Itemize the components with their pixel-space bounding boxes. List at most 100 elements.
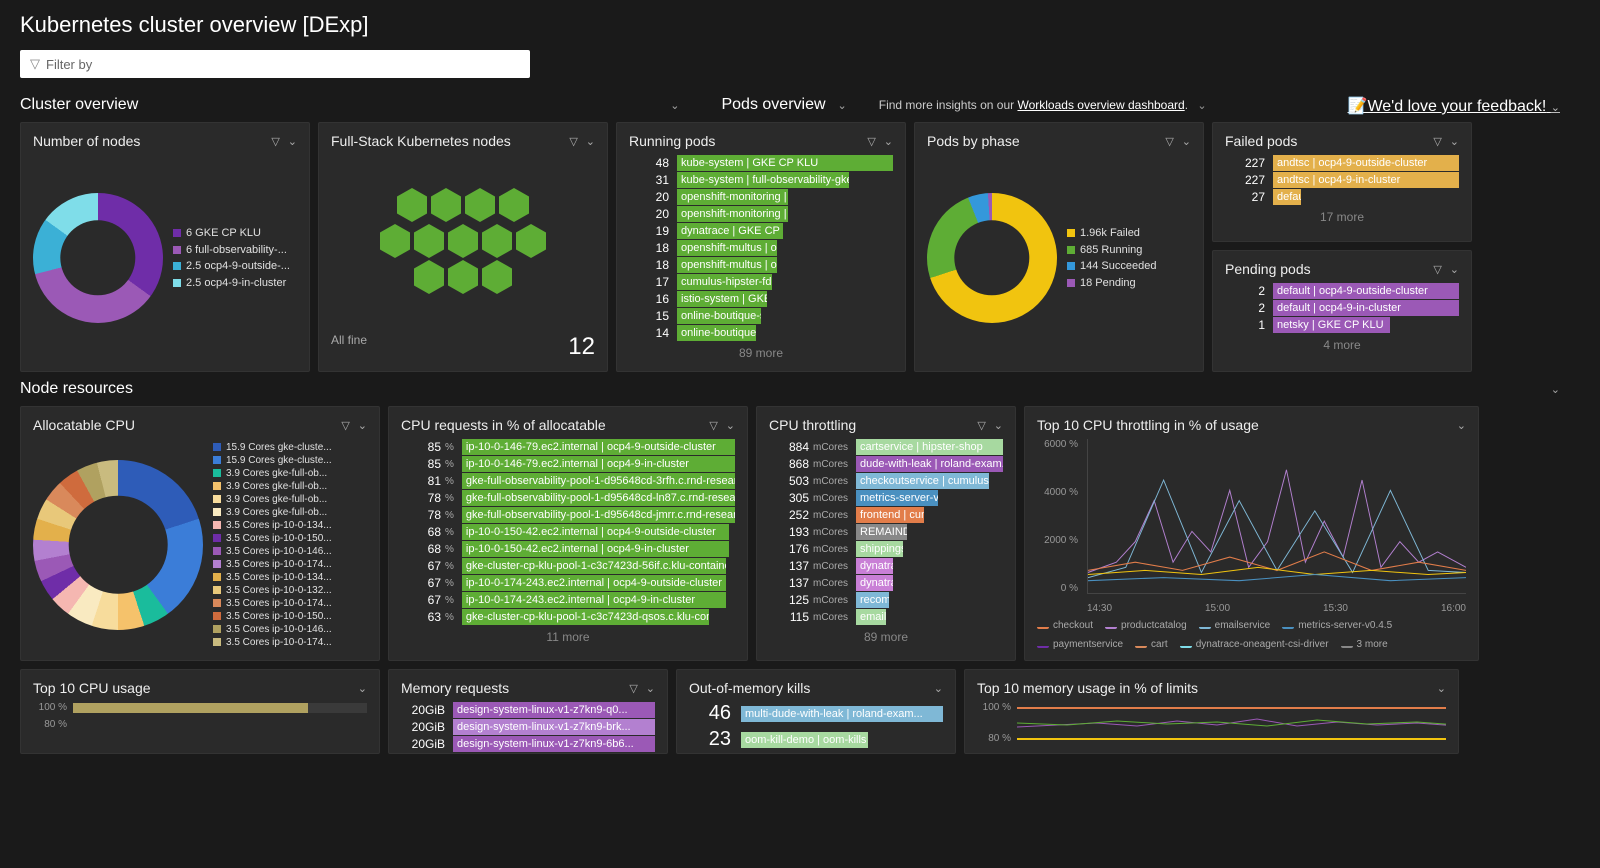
list-item[interactable]: 227andtsc | ocp4-9-in-cluster [1225, 172, 1459, 188]
list-item[interactable]: 15online-boutique-stable | full-observab… [629, 308, 893, 324]
panel-full-stack-nodes: Full-Stack Kubernetes nodes ▽⌄ All fine … [318, 122, 608, 372]
list-item[interactable]: 78%gke-full-observability-pool-1-d95648c… [401, 490, 735, 506]
legend-item: 3.5 Cores ip-10-0-146... [213, 545, 332, 558]
list-item[interactable]: 137mCoresdynatrace-oneagent-csi-drive... [769, 575, 1003, 591]
legend-item: dynatrace-oneagent-csi-driver [1180, 639, 1329, 650]
list-item[interactable]: 193mCoresREMAINDER | REMAINDER [769, 524, 1003, 540]
list-item[interactable]: 17cumulus-hipster-fdi | GKE CP KLU [629, 274, 893, 290]
chevron-down-icon[interactable]: ⌄ [726, 419, 735, 432]
list-item[interactable]: 503mCorescheckoutservice | cumulus-hip..… [769, 473, 1003, 489]
list-item[interactable]: 81%gke-full-observability-pool-1-d95648c… [401, 473, 735, 489]
panel-number-of-nodes: Number of nodes ▽⌄ 6 GKE CP KLU6 full-ob… [20, 122, 310, 372]
chevron-down-icon[interactable]: ⌄ [1457, 419, 1466, 432]
list-item[interactable]: 67%gke-cluster-cp-klu-pool-1-c3c7423d-56… [401, 558, 735, 574]
chevron-down-icon[interactable]: ⌄ [288, 135, 297, 148]
list-item[interactable]: 20GiBdesign-system-linux-v1-g7267-ppq... [401, 753, 655, 754]
list-item[interactable]: 20GiBdesign-system-linux-v1-z7kn9-q0... [401, 702, 655, 718]
line-chart: 6000 %4000 %2000 %0 % 14:3015:0015:3016:… [1037, 439, 1466, 614]
panel-pending-pods: Pending pods ▽ ⌄ 2default | ocp4-9-outsid… [1212, 250, 1472, 372]
list-item[interactable]: 67%ip-10-0-174-243.ec2.internal | ocp4-9… [401, 592, 735, 608]
filter-input[interactable]: ▽ Filter by [20, 50, 530, 78]
more-link[interactable]: 4 more [1225, 338, 1459, 352]
filter-icon[interactable]: ▽ [1433, 135, 1441, 148]
panel-title: Allocatable CPU [33, 417, 135, 433]
list-item[interactable]: 20openshift-monitoring | ocp4-9-in-clust… [629, 189, 893, 205]
list-item[interactable]: 27default | ocp4-9-outside-cluster [1225, 189, 1459, 205]
chevron-down-icon[interactable]: ⌄ [1450, 135, 1459, 148]
filter-icon[interactable]: ▽ [271, 135, 279, 148]
list-item[interactable]: 19dynatrace | GKE CP KLU [629, 223, 893, 239]
list-item[interactable]: 46multi-dude-with-leak | roland-exam... [689, 702, 943, 725]
list-item[interactable]: 16istio-system | GKE CP KLU [629, 291, 893, 307]
chevron-down-icon[interactable]: ⌄ [884, 135, 893, 148]
list-item[interactable]: 68%ip-10-0-150-42.ec2.internal | ocp4-9-… [401, 541, 735, 557]
status-text: All fine [331, 333, 367, 361]
list-item[interactable]: 18openshift-multus | ocp4-9-outside-clu.… [629, 257, 893, 273]
chevron-down-icon[interactable]: ⌄ [1450, 263, 1459, 276]
filter-icon[interactable]: ▽ [867, 135, 875, 148]
list-item[interactable]: 85%ip-10-0-146-79.ec2.internal | ocp4-9-… [401, 439, 735, 455]
list-item[interactable]: 20openshift-monitoring | ocp4-9-outside.… [629, 206, 893, 222]
legend-item: productcatalog [1105, 620, 1187, 631]
chevron-down-icon[interactable]: ⌄ [994, 419, 1003, 432]
list-item[interactable]: 63%gke-cluster-cp-klu-pool-1-c3c7423d-qs… [401, 609, 735, 625]
chevron-down-icon[interactable]: ⌄ [1182, 135, 1191, 148]
chevron-down-icon[interactable]: ⌄ [1437, 682, 1446, 695]
panel-title: Running pods [629, 133, 715, 149]
filter-icon[interactable]: ▽ [341, 419, 349, 432]
filter-icon[interactable]: ▽ [977, 419, 985, 432]
chevron-down-icon[interactable]: ⌄ [358, 682, 367, 695]
list-item[interactable]: 884mCorescartservice | hipster-shop [769, 439, 1003, 455]
more-link[interactable]: 89 more [629, 346, 893, 360]
filter-icon[interactable]: ▽ [1165, 135, 1173, 148]
list-item[interactable]: 137mCoresdynatrace-oneagent-csi-drive... [769, 558, 1003, 574]
feedback-link[interactable]: 📝We'd love your feedback! ⌄ [1348, 96, 1560, 116]
list-item[interactable]: 23oom-kill-demo | oom-kills [689, 728, 943, 751]
panel-title: Full-Stack Kubernetes nodes [331, 133, 511, 149]
panel-oom-kills: Out-of-memory kills ⌄ 46multi-dude-with-… [676, 669, 956, 754]
legend-item: 3.9 Cores gke-full-ob... [213, 467, 332, 480]
more-link[interactable]: 11 more [401, 630, 735, 644]
more-link[interactable]: 89 more [769, 630, 1003, 644]
list-item[interactable]: 2default | ocp4-9-in-cluster [1225, 300, 1459, 316]
list-item[interactable]: 78%gke-full-observability-pool-1-d95648c… [401, 507, 735, 523]
list-item[interactable]: 31kube-system | full-observability-gke [629, 172, 893, 188]
list-item[interactable]: 125mCoresrecommendationservice | cu... [769, 592, 1003, 608]
list-item[interactable]: 176mCoresshippingservice | florian-shop [769, 541, 1003, 557]
filter-icon[interactable]: ▽ [629, 682, 637, 695]
more-link[interactable]: 17 more [1225, 210, 1459, 224]
list-item[interactable]: 1netsky | GKE CP KLU [1225, 317, 1459, 333]
chevron-down-icon[interactable]: ⌄ [646, 682, 655, 695]
chevron-down-icon[interactable]: ⌄ [1551, 383, 1560, 396]
filter-icon[interactable]: ▽ [569, 135, 577, 148]
workloads-dashboard-link[interactable]: Workloads overview dashboard [1017, 98, 1184, 112]
list-item[interactable]: 305mCoresmetrics-server-v0.4.5 | kube-s.… [769, 490, 1003, 506]
list-item[interactable]: 868mCoresdude-with-leak | roland-exam... [769, 456, 1003, 472]
legend-item: 685 Running [1067, 242, 1156, 259]
filter-icon[interactable]: ▽ [1433, 263, 1441, 276]
list-item[interactable]: 14online-boutique | full-observability-g… [629, 325, 893, 341]
list-item[interactable]: 227andtsc | ocp4-9-outside-cluster [1225, 155, 1459, 171]
legend-item: 15.9 Cores gke-cluste... [213, 454, 332, 467]
list-item[interactable]: 48kube-system | GKE CP KLU [629, 155, 893, 171]
list-item[interactable]: 67%ip-10-0-174-243.ec2.internal | ocp4-9… [401, 575, 735, 591]
chevron-down-icon[interactable]: ⌄ [838, 99, 847, 112]
chevron-down-icon[interactable]: ⌄ [1197, 100, 1206, 112]
list-item[interactable]: 85%ip-10-0-146-79.ec2.internal | ocp4-9-… [401, 456, 735, 472]
legend-item: 3.5 Cores ip-10-0-174... [213, 558, 332, 571]
list-item[interactable]: 115mCoresemailservice | florian-shop [769, 609, 1003, 625]
filter-icon[interactable]: ▽ [709, 419, 717, 432]
hexgrid [331, 155, 595, 327]
chevron-down-icon[interactable]: ⌄ [934, 682, 943, 695]
chevron-down-icon[interactable]: ⌄ [586, 135, 595, 148]
chevron-down-icon[interactable]: ⌄ [670, 99, 679, 112]
list-item[interactable]: 68%ip-10-0-150-42.ec2.internal | ocp4-9-… [401, 524, 735, 540]
panel-memory-requests: Memory requests ▽⌄ 20GiBdesign-system-li… [388, 669, 668, 754]
list-item[interactable]: 252mCoresfrontend | cumulus-hipster-fdi [769, 507, 1003, 523]
list-item[interactable]: 20GiBdesign-system-linux-v1-z7kn9-6b6... [401, 736, 655, 752]
list-item[interactable]: 20GiBdesign-system-linux-v1-z7kn9-brk... [401, 719, 655, 735]
chevron-down-icon[interactable]: ⌄ [358, 419, 367, 432]
list-item[interactable]: 2default | ocp4-9-outside-cluster [1225, 283, 1459, 299]
list-item[interactable]: 18openshift-multus | ocp4-9-in-cluster [629, 240, 893, 256]
panel-title: Pending pods [1225, 261, 1311, 277]
